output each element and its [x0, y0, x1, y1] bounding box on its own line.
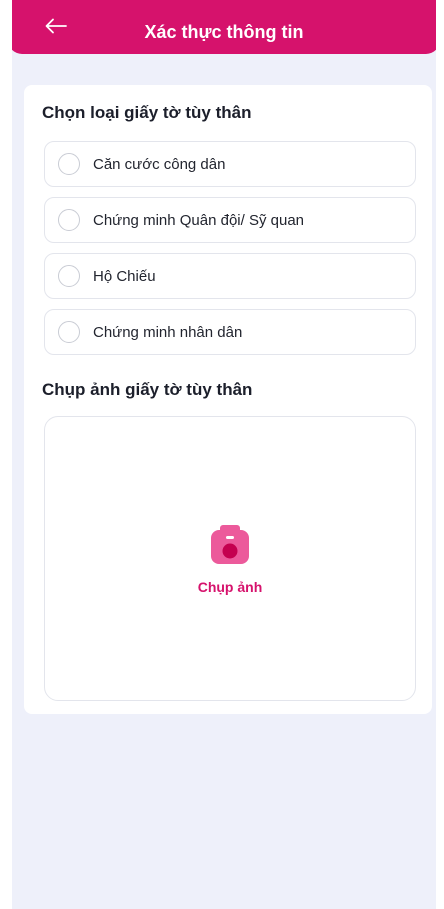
id-option-label: Căn cước công dân — [93, 155, 226, 173]
camera-icon — [211, 525, 249, 564]
radio-button[interactable] — [58, 209, 80, 231]
radio-button[interactable] — [58, 153, 80, 175]
id-type-section-title: Chọn loại giấy tờ tùy thân — [42, 103, 252, 122]
page-title: Xác thực thông tin — [144, 22, 304, 42]
id-option-ho-chieu[interactable]: Hộ Chiếu — [44, 253, 416, 299]
id-option-chung-minh[interactable]: Chứng minh nhân dân — [44, 309, 416, 355]
content-card: Chọn loại giấy tờ tùy thân Căn cước công… — [24, 85, 432, 714]
id-option-label: Chứng minh Quân đội/ Sỹ quan — [93, 211, 305, 229]
app-header: Xác thực thông tin — [12, 0, 436, 54]
id-option-can-cuoc[interactable]: Căn cước công dân — [44, 141, 416, 187]
radio-button[interactable] — [58, 321, 80, 343]
id-option-quan-doi[interactable]: Chứng minh Quân đội/ Sỹ quan — [44, 197, 416, 243]
radio-button[interactable] — [58, 265, 80, 287]
screen: Xác thực thông tin Chọn loại giấy tờ tùy… — [12, 0, 436, 909]
capture-photo-area[interactable]: Chụp ảnh — [44, 416, 416, 701]
photo-section-title: Chụp ảnh giấy tờ tùy thân — [42, 380, 253, 399]
id-option-label: Chứng minh nhân dân — [93, 323, 243, 341]
capture-photo-label: Chụp ảnh — [197, 579, 263, 595]
id-option-label: Hộ Chiếu — [93, 267, 156, 285]
